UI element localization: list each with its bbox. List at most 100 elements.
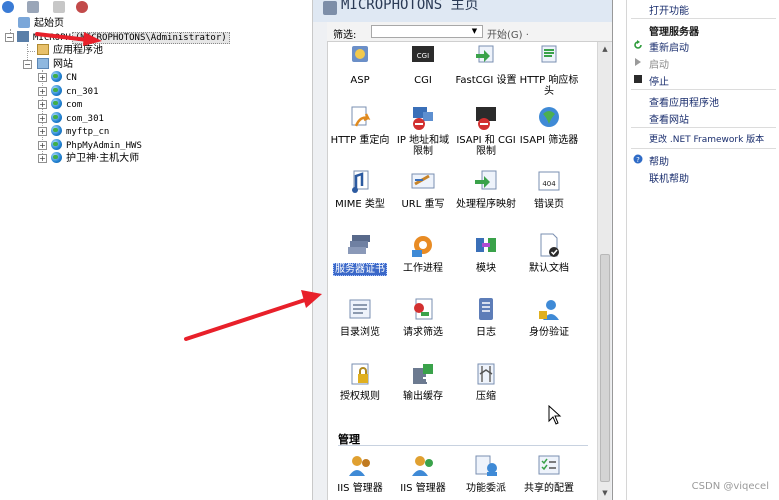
feature-isapi-filters[interactable]: ISAPI 筛选器 <box>517 104 581 146</box>
expand-site-toggle[interactable]: + <box>38 127 47 136</box>
scroll-up-icon[interactable]: ▲ <box>600 44 610 54</box>
ip-restrict-icon <box>409 104 437 132</box>
feature-iis-manager-permissions[interactable]: IIS 管理器 <box>391 452 455 494</box>
change-net-version-link[interactable]: 更改 .NET Framework 版本 <box>649 132 764 145</box>
output-cache-icon <box>409 360 437 388</box>
isapi-filter-icon <box>535 104 563 132</box>
feature-handler-mappings[interactable]: 处理程序映射 <box>454 168 518 210</box>
filter-input[interactable] <box>371 25 483 38</box>
open-feature-link[interactable]: 打开功能 <box>649 2 689 17</box>
actions-divider <box>631 18 776 19</box>
feature-http-redirect[interactable]: HTTP 重定向 <box>328 104 392 146</box>
feature-directory-browsing[interactable]: 目录浏览 <box>328 296 392 338</box>
feature-mime-types[interactable]: MIME 类型 <box>328 168 392 210</box>
tree-item-site[interactable]: cn_301 <box>51 85 100 98</box>
feature-authentication[interactable]: 身份验证 <box>517 296 581 338</box>
expand-site-toggle[interactable]: + <box>38 87 47 96</box>
http-redirect-icon <box>346 104 374 132</box>
iis-manager-perm-icon <box>409 452 437 480</box>
feature-isapi-cgi[interactable]: ISAPI 和 CGI 限制 <box>454 104 518 157</box>
tree-item-site[interactable]: PhpMyAdmin_HWS <box>51 139 143 152</box>
tree-item-site[interactable]: com <box>51 98 83 111</box>
online-help-link[interactable]: 联机帮助 <box>649 170 689 185</box>
http-headers-icon <box>535 44 563 72</box>
feature-error-pages[interactable]: 404 错误页 <box>517 168 581 210</box>
connections-panel: 起始页 − MICROPH (MICROPHOTONS\Administrator… <box>0 0 312 500</box>
tree-item-app-pools[interactable]: 应用程序池 <box>37 44 104 57</box>
feature-compression[interactable]: 压缩 <box>454 360 518 402</box>
expand-site-toggle[interactable]: + <box>38 73 47 82</box>
feature-output-caching[interactable]: 输出缓存 <box>391 360 455 402</box>
feature-fastcgi[interactable]: FastCGI 设置 <box>454 44 518 86</box>
stop-link[interactable]: 停止 <box>649 73 669 88</box>
svg-text:?: ? <box>636 156 640 164</box>
sites-folder-icon <box>37 58 49 69</box>
page-title: MICROPHOTONS 主页 <box>341 0 479 13</box>
tree-item-site[interactable]: CN <box>51 71 78 84</box>
feature-cgi[interactable]: CGI CGI <box>391 44 455 86</box>
start-link[interactable]: 启动 <box>649 56 669 71</box>
tree-item-server[interactable]: MICROPH (MICROPHOTONS\Administrator) <box>17 31 230 44</box>
tree-item-site[interactable]: 护卫神·主机大师 <box>51 152 140 165</box>
app-pool-icon <box>37 44 49 55</box>
features-scrollbar[interactable]: ▲ ▼ <box>597 42 611 500</box>
tree-item-site[interactable]: com_301 <box>51 112 105 125</box>
compression-icon <box>472 360 500 388</box>
mouse-cursor-icon <box>548 405 562 425</box>
feature-authorization-rules[interactable]: 授权规则 <box>328 360 392 402</box>
expand-site-toggle[interactable]: + <box>38 154 47 163</box>
feature-http-headers[interactable]: HTTP 响应标头 <box>517 44 581 97</box>
home-icon <box>18 17 30 28</box>
restart-link[interactable]: 重新启动 <box>649 39 689 54</box>
feature-shared-config[interactable]: 共享的配置 <box>517 452 581 494</box>
expand-site-toggle[interactable]: + <box>38 114 47 123</box>
expand-site-toggle[interactable]: + <box>38 100 47 109</box>
scrollbar-thumb[interactable] <box>600 254 610 482</box>
scroll-down-icon[interactable]: ▼ <box>600 488 610 498</box>
feature-asp[interactable]: ASP <box>328 44 392 86</box>
dir-browse-icon <box>346 296 374 324</box>
default-doc-icon <box>535 232 563 260</box>
collapse-sites-toggle[interactable]: − <box>23 60 32 69</box>
view-app-pools-link[interactable]: 查看应用程序池 <box>649 94 719 109</box>
globe-icon <box>51 125 62 136</box>
panel-divider <box>612 0 613 500</box>
stop-icon <box>634 75 642 83</box>
feature-request-filtering[interactable]: 请求筛选 <box>391 296 455 338</box>
collapse-server-toggle[interactable]: − <box>5 33 14 42</box>
help-link[interactable]: 帮助 <box>649 153 669 168</box>
expand-site-toggle[interactable]: + <box>38 141 47 150</box>
start-filter-button[interactable]: 开始(G) · <box>487 26 529 41</box>
actions-divider <box>631 127 776 128</box>
features-grid: ASP CGI CGI FastCGI 设置 HTTP 响应标头 HTTP 重定… <box>327 42 597 500</box>
tree-item-start-page[interactable]: 起始页 <box>18 17 65 30</box>
globe-icon <box>51 152 62 163</box>
svg-text:404: 404 <box>542 180 556 188</box>
svg-text:CGI: CGI <box>417 52 429 60</box>
iis-manager-icon <box>346 452 374 480</box>
globe-icon <box>51 85 62 96</box>
feature-default-document[interactable]: 默认文档 <box>517 232 581 274</box>
logging-icon <box>472 296 500 324</box>
server-cert-icon <box>346 232 374 260</box>
feature-ip-restrictions[interactable]: IP 地址和域限制 <box>391 104 455 157</box>
filter-dropdown-icon[interactable]: ▼ <box>469 26 480 37</box>
connections-tree: 起始页 − MICROPH (MICROPHOTONS\Administrator… <box>0 0 312 500</box>
feature-delegation[interactable]: 功能委派 <box>454 452 518 494</box>
feature-url-rewrite[interactable]: URL 重写 <box>391 168 455 210</box>
globe-icon <box>51 112 62 123</box>
filter-bar: 筛选: ▼ 开始(G) · <box>327 22 613 42</box>
feature-server-certificates[interactable]: 服务器证书 <box>328 232 392 276</box>
feature-modules[interactable]: 模块 <box>454 232 518 274</box>
watermark: CSDN @viqecel <box>691 481 769 492</box>
view-sites-link[interactable]: 查看网站 <box>649 111 689 126</box>
feature-logging[interactable]: 日志 <box>454 296 518 338</box>
feature-worker-processes[interactable]: 工作进程 <box>391 232 455 274</box>
worker-process-icon <box>409 232 437 260</box>
help-icon: ? <box>633 154 643 164</box>
tree-item-site[interactable]: myftp_cn <box>51 125 110 138</box>
globe-icon <box>51 71 62 82</box>
feature-iis-manager-users[interactable]: IIS 管理器 <box>328 452 392 494</box>
filter-label: 筛选: <box>333 30 357 41</box>
tree-item-sites[interactable]: 网站 <box>37 58 74 71</box>
